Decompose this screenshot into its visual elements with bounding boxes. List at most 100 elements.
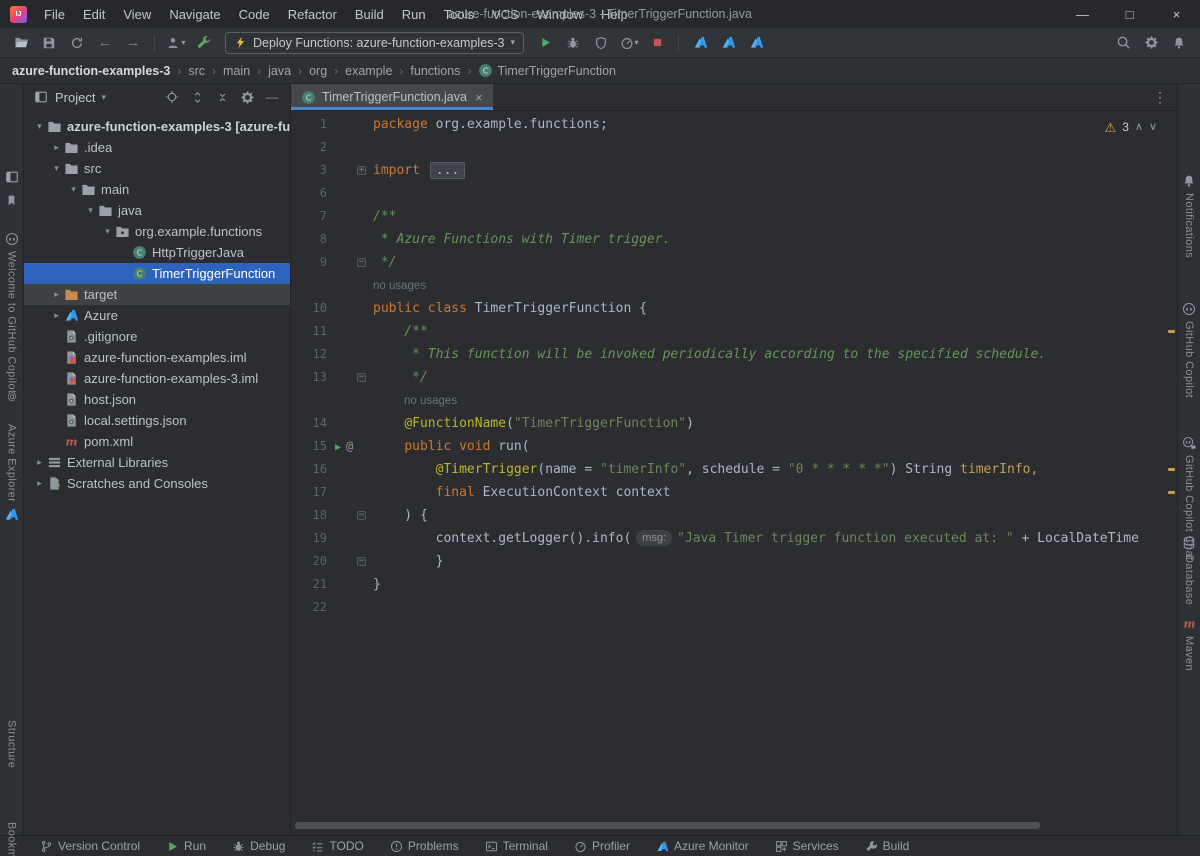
code-line-7[interactable]: 7/**	[291, 205, 1177, 228]
menu-code[interactable]: Code	[230, 0, 279, 28]
toolwindow-button-services[interactable]: Services	[775, 839, 839, 853]
azure-explorer-icon[interactable]	[715, 31, 741, 55]
menu-navigate[interactable]: Navigate	[160, 0, 229, 28]
toolstrip-bookmarks[interactable]: Bookmarks	[0, 822, 23, 856]
code-line-11[interactable]: 11 /**	[291, 320, 1177, 343]
toolwindow-button-todo[interactable]: TODO	[311, 839, 363, 853]
toolwindow-button-problems[interactable]: Problems	[390, 839, 459, 853]
breadcrumb-item-azure-function-examples-3[interactable]: azure-function-examples-3	[10, 64, 172, 78]
run-configuration-select[interactable]: Deploy Functions: azure-function-example…	[225, 32, 524, 54]
editor[interactable]: 1package org.example.functions;23+import…	[291, 111, 1177, 835]
code-line-14[interactable]: 14 @FunctionName("TimerTriggerFunction")	[291, 412, 1177, 435]
toolwindow-button-version-control[interactable]: Version Control	[40, 839, 140, 853]
tab-timertriggerfunction-java[interactable]: C TimerTriggerFunction.java ×	[291, 84, 493, 110]
code-line-17[interactable]: 17 final ExecutionContext context	[291, 481, 1177, 504]
toolstrip-welcome-github-copilot[interactable]: Welcome to GitHub Copilot	[0, 232, 23, 393]
chevron-right-icon[interactable]: ▸	[32, 457, 47, 468]
run-gutter-icon[interactable]: ▶	[335, 442, 341, 453]
toolstrip-bookmark[interactable]	[0, 194, 23, 207]
toolwindow-button-azure-monitor[interactable]: Azure Monitor	[656, 839, 749, 853]
tree-item-azure-function-examples-3-azure-funct[interactable]: ▾azure-function-examples-3 [azure-funct	[24, 116, 290, 137]
close-tab-icon[interactable]: ×	[475, 90, 483, 105]
debug-button[interactable]	[560, 31, 586, 55]
tree-item-external-libraries[interactable]: ▸External Libraries	[24, 452, 290, 473]
inlay-hint-row[interactable]: no usages	[291, 274, 1177, 297]
code-line-8[interactable]: 8 * Azure Functions with Timer trigger.	[291, 228, 1177, 251]
panel-settings-icon[interactable]	[237, 87, 257, 107]
code-line-12[interactable]: 12 * This function will be invoked perio…	[291, 343, 1177, 366]
inlay-hint-row[interactable]: no usages	[291, 389, 1177, 412]
collapse-all-button[interactable]	[212, 87, 232, 107]
profiler-button[interactable]: ▾	[616, 31, 642, 55]
code-line-10[interactable]: 10public class TimerTriggerFunction {	[291, 297, 1177, 320]
tree-item-org-example-functions[interactable]: ▾org.example.functions	[24, 221, 290, 242]
chevron-down-icon[interactable]: ▾	[83, 205, 98, 216]
menu-build[interactable]: Build	[346, 0, 393, 28]
chevron-right-icon[interactable]: ▸	[49, 310, 64, 321]
warning-stripe-mark[interactable]	[1168, 491, 1175, 494]
chevron-down-icon[interactable]: ▾	[32, 121, 47, 132]
toolstrip-database[interactable]: Database	[1178, 536, 1200, 605]
toolstrip-project[interactable]	[0, 170, 23, 184]
tree-item-java[interactable]: ▾java	[24, 200, 290, 221]
maximize-button[interactable]: □	[1106, 0, 1153, 28]
user-button[interactable]: ▾	[163, 31, 189, 55]
azure-publish-icon[interactable]	[687, 31, 713, 55]
menu-view[interactable]: View	[114, 0, 160, 28]
tree-item-scratches-and-consoles[interactable]: ▸Scratches and Consoles	[24, 473, 290, 494]
tree-item-azure[interactable]: ▸Azure	[24, 305, 290, 326]
menu-file[interactable]: File	[35, 0, 74, 28]
code-line-1[interactable]: 1package org.example.functions;	[291, 113, 1177, 136]
expand-all-button[interactable]	[187, 87, 207, 107]
code-line-20[interactable]: 20− }	[291, 550, 1177, 573]
horizontal-scrollbar[interactable]	[295, 822, 1161, 829]
chevron-down-icon[interactable]: ▾	[49, 163, 64, 174]
chevron-right-icon[interactable]: ▸	[49, 289, 64, 300]
toolstrip-maven[interactable]: mMaven	[1178, 616, 1200, 671]
tree-item-azure-function-examples-3-iml[interactable]: azure-function-examples-3.iml	[24, 368, 290, 389]
chevron-down-icon[interactable]: ▾	[100, 226, 115, 237]
toolwindow-button-debug[interactable]: Debug	[232, 839, 285, 853]
breadcrumb-item-example[interactable]: example	[343, 64, 394, 78]
code-line-19[interactable]: 19 context.getLogger().info(msg:"Java Ti…	[291, 527, 1177, 550]
fold-marker-icon[interactable]: −	[357, 373, 366, 382]
select-opened-file-button[interactable]	[162, 87, 182, 107]
project-view-dropdown-icon[interactable]: ▾	[101, 92, 106, 103]
toolwindow-button-profiler[interactable]: Profiler	[574, 839, 630, 853]
sync-icon[interactable]	[64, 31, 90, 55]
toolstrip-copilot-chat[interactable]: @	[0, 389, 23, 403]
fold-marker-icon[interactable]: −	[357, 511, 366, 520]
next-problem-icon[interactable]: ∨	[1149, 116, 1157, 139]
tree-item-azure-function-examples-iml[interactable]: azure-function-examples.iml	[24, 347, 290, 368]
code-line-2[interactable]: 2	[291, 136, 1177, 159]
run-button[interactable]	[532, 31, 558, 55]
menu-run[interactable]: Run	[393, 0, 435, 28]
tree-item-idea[interactable]: ▸.idea	[24, 137, 290, 158]
fold-marker-icon[interactable]: −	[357, 557, 366, 566]
chevron-down-icon[interactable]: ▾	[66, 184, 81, 195]
tree-item-src[interactable]: ▾src	[24, 158, 290, 179]
code-line-21[interactable]: 21}	[291, 573, 1177, 596]
warning-stripe-mark[interactable]	[1168, 330, 1175, 333]
code-line-6[interactable]: 6	[291, 182, 1177, 205]
fold-marker-icon[interactable]: −	[357, 258, 366, 267]
close-button[interactable]: ×	[1153, 0, 1200, 28]
breadcrumb-item-main[interactable]: main	[221, 64, 252, 78]
search-everywhere-icon[interactable]	[1110, 31, 1136, 55]
minimize-button[interactable]: —	[1059, 0, 1106, 28]
toolwindow-button-terminal[interactable]: Terminal	[485, 839, 548, 853]
tree-item-httptriggerjava[interactable]: CHttpTriggerJava	[24, 242, 290, 263]
prev-problem-icon[interactable]: ∧	[1135, 116, 1143, 139]
toolstrip-github-copilot[interactable]: GitHub Copilot	[1178, 302, 1200, 398]
menu-refactor[interactable]: Refactor	[279, 0, 346, 28]
toolstrip-structure[interactable]: Structure	[0, 720, 23, 768]
menu-edit[interactable]: Edit	[74, 0, 114, 28]
coverage-button[interactable]	[588, 31, 614, 55]
tree-item-pom-xml[interactable]: mpom.xml	[24, 431, 290, 452]
tree-item-local-settings-json[interactable]: local.settings.json	[24, 410, 290, 431]
chevron-right-icon[interactable]: ▸	[32, 478, 47, 489]
code-line-18[interactable]: 18− ) {	[291, 504, 1177, 527]
tree-item-gitignore[interactable]: .gitignore	[24, 326, 290, 347]
save-all-icon[interactable]	[36, 31, 62, 55]
settings-gear-icon[interactable]	[1138, 31, 1164, 55]
